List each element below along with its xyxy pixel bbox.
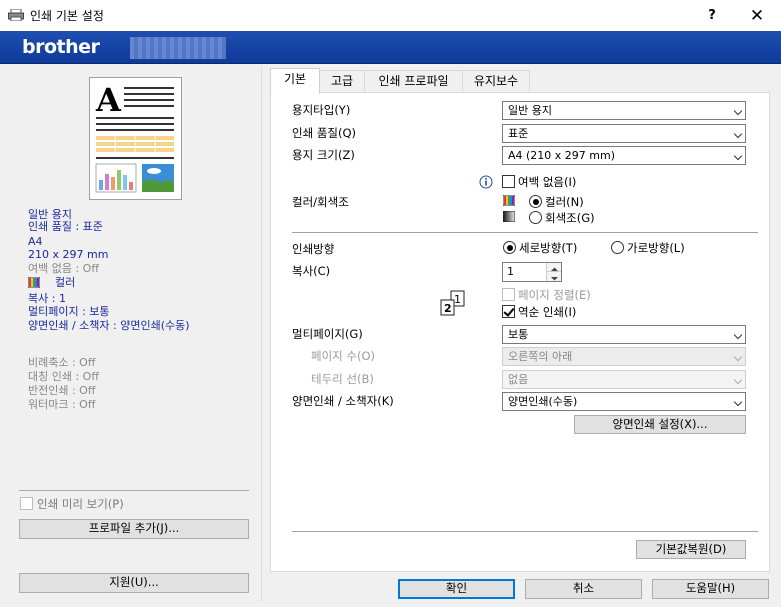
collate-pages-icon: 1 2 bbox=[440, 290, 465, 316]
page-order-select[interactable]: 오른쪽의 아래 bbox=[502, 347, 746, 366]
info-watermark: 워터마크 : Off bbox=[28, 398, 96, 411]
border-line-value: 없음 bbox=[508, 373, 529, 386]
portrait-radio[interactable] bbox=[503, 241, 516, 254]
reverse-order-label: 역순 인쇄(I) bbox=[518, 305, 577, 319]
page-order-value: 오른쪽의 아래 bbox=[508, 350, 573, 363]
tab-maintenance[interactable]: 유지보수 bbox=[462, 70, 530, 92]
portrait-label: 세로방향(T) bbox=[519, 241, 578, 255]
info-paper-size: A4 bbox=[28, 235, 43, 248]
duplex-value: 양면인쇄(수동) bbox=[508, 395, 578, 408]
paper-size-value: A4 (210 x 297 mm) bbox=[508, 149, 616, 162]
paper-type-label: 용지타입(Y) bbox=[292, 103, 351, 117]
paper-type-value: 일반 용지 bbox=[508, 104, 552, 117]
title-bar bbox=[0, 0, 781, 31]
grayscale-radio[interactable] bbox=[529, 211, 542, 224]
page-preview: A bbox=[89, 77, 182, 200]
document-preview-icon: A bbox=[95, 81, 174, 193]
info-mirror: 대칭 인쇄 : Off bbox=[28, 370, 99, 383]
border-line-label: 테두리 선(B) bbox=[311, 372, 374, 386]
chevron-down-icon bbox=[733, 129, 743, 139]
info-scaling: 비례축소 : Off bbox=[28, 356, 96, 369]
bottom-separator bbox=[292, 531, 758, 532]
ok-button[interactable]: 확인 bbox=[398, 579, 515, 599]
paper-type-select[interactable]: 일반 용지 bbox=[502, 101, 746, 120]
grayscale-icon bbox=[503, 211, 515, 222]
copies-up-button[interactable] bbox=[546, 263, 561, 272]
duplex-settings-button[interactable]: 양면인쇄 설정(X)... bbox=[574, 415, 746, 434]
print-preview-label: 인쇄 미리 보기(P) bbox=[37, 497, 124, 511]
chevron-down-icon bbox=[733, 106, 743, 116]
cancel-button[interactable]: 취소 bbox=[525, 579, 642, 599]
multipage-value: 보통 bbox=[508, 328, 529, 341]
chevron-down-icon bbox=[733, 330, 743, 340]
multipage-select[interactable]: 보통 bbox=[502, 325, 746, 344]
tab-advanced[interactable]: 고급 bbox=[319, 70, 365, 92]
chevron-down-icon bbox=[733, 151, 743, 161]
model-name-redacted bbox=[130, 37, 226, 59]
chevron-down-icon bbox=[733, 352, 743, 362]
svg-text:A: A bbox=[95, 81, 122, 119]
copies-down-button[interactable] bbox=[546, 272, 561, 281]
section-separator bbox=[292, 232, 758, 233]
window-title: 인쇄 기본 설정 bbox=[30, 9, 104, 23]
color-radio-label: 컬러(N) bbox=[545, 195, 584, 209]
print-quality-select[interactable]: 표준 bbox=[502, 124, 746, 143]
paper-size-select[interactable]: A4 (210 x 297 mm) bbox=[502, 146, 746, 165]
info-duplex: 양면인쇄 / 소책자 : 양면인쇄(수동) bbox=[28, 319, 190, 332]
landscape-label: 가로방향(L) bbox=[627, 241, 685, 255]
color-swatch-icon bbox=[28, 277, 40, 288]
color-icon bbox=[503, 195, 515, 206]
collate-label: 페이지 정렬(E) bbox=[518, 288, 591, 302]
multipage-label: 멀티페이지(G) bbox=[292, 327, 363, 341]
grayscale-radio-label: 회색조(G) bbox=[545, 211, 595, 225]
page-order-label: 페이지 수(O) bbox=[311, 349, 375, 363]
close-button[interactable]: ✕ bbox=[740, 4, 774, 28]
chevron-down-icon bbox=[733, 397, 743, 407]
svg-text:2: 2 bbox=[444, 302, 452, 315]
orientation-label: 인쇄방향 bbox=[292, 242, 335, 256]
info-color: 컬러 bbox=[55, 276, 76, 289]
support-button[interactable]: 지원(U)... bbox=[19, 573, 249, 593]
brand-bar bbox=[0, 31, 781, 64]
borderless-label: 여백 없음(I) bbox=[518, 175, 577, 189]
left-separator bbox=[19, 490, 249, 491]
collate-checkbox[interactable] bbox=[502, 288, 515, 301]
info-icon bbox=[479, 175, 493, 189]
info-reverse: 반전인쇄 : Off bbox=[28, 384, 96, 397]
color-radio[interactable] bbox=[529, 195, 542, 208]
tab-basic[interactable]: 기본 bbox=[270, 68, 320, 94]
brand-logo: brother bbox=[22, 36, 100, 58]
borderless-checkbox[interactable] bbox=[502, 175, 515, 188]
paper-size-label: 용지 크기(Z) bbox=[292, 148, 355, 162]
print-quality-value: 표준 bbox=[508, 127, 529, 140]
duplex-select[interactable]: 양면인쇄(수동) bbox=[502, 392, 746, 411]
print-quality-label: 인쇄 품질(Q) bbox=[292, 126, 356, 140]
border-line-select[interactable]: 없음 bbox=[502, 370, 746, 389]
print-preview-checkbox[interactable] bbox=[20, 497, 33, 510]
arrow-down-icon bbox=[551, 277, 558, 281]
landscape-radio[interactable] bbox=[611, 241, 624, 254]
chevron-down-icon bbox=[733, 375, 743, 385]
color-mode-label: 컬러/회색조 bbox=[292, 195, 349, 209]
help-button[interactable]: ? bbox=[699, 5, 725, 27]
restore-defaults-button[interactable]: 기본값복원(D) bbox=[636, 540, 746, 559]
info-copies: 복사 : 1 bbox=[28, 292, 66, 305]
add-profile-button[interactable]: 프로파일 추가(J)... bbox=[19, 519, 249, 539]
help-dialog-button[interactable]: 도움말(H) bbox=[652, 579, 769, 599]
svg-text:1: 1 bbox=[454, 293, 461, 306]
duplex-label: 양면인쇄 / 소책자(K) bbox=[292, 394, 394, 408]
reverse-order-checkbox[interactable] bbox=[502, 305, 515, 318]
copies-label: 복사(C) bbox=[292, 264, 331, 278]
info-print-quality: 인쇄 품질 : 표준 bbox=[28, 220, 103, 233]
info-borderless: 여백 없음 : Off bbox=[28, 262, 99, 275]
info-paper-dimensions: 210 x 297 mm bbox=[28, 248, 109, 261]
tab-print-profile[interactable]: 인쇄 프로파일 bbox=[364, 70, 463, 92]
printer-icon bbox=[8, 9, 24, 21]
info-multipage: 멀티페이지 : 보통 bbox=[28, 305, 110, 318]
